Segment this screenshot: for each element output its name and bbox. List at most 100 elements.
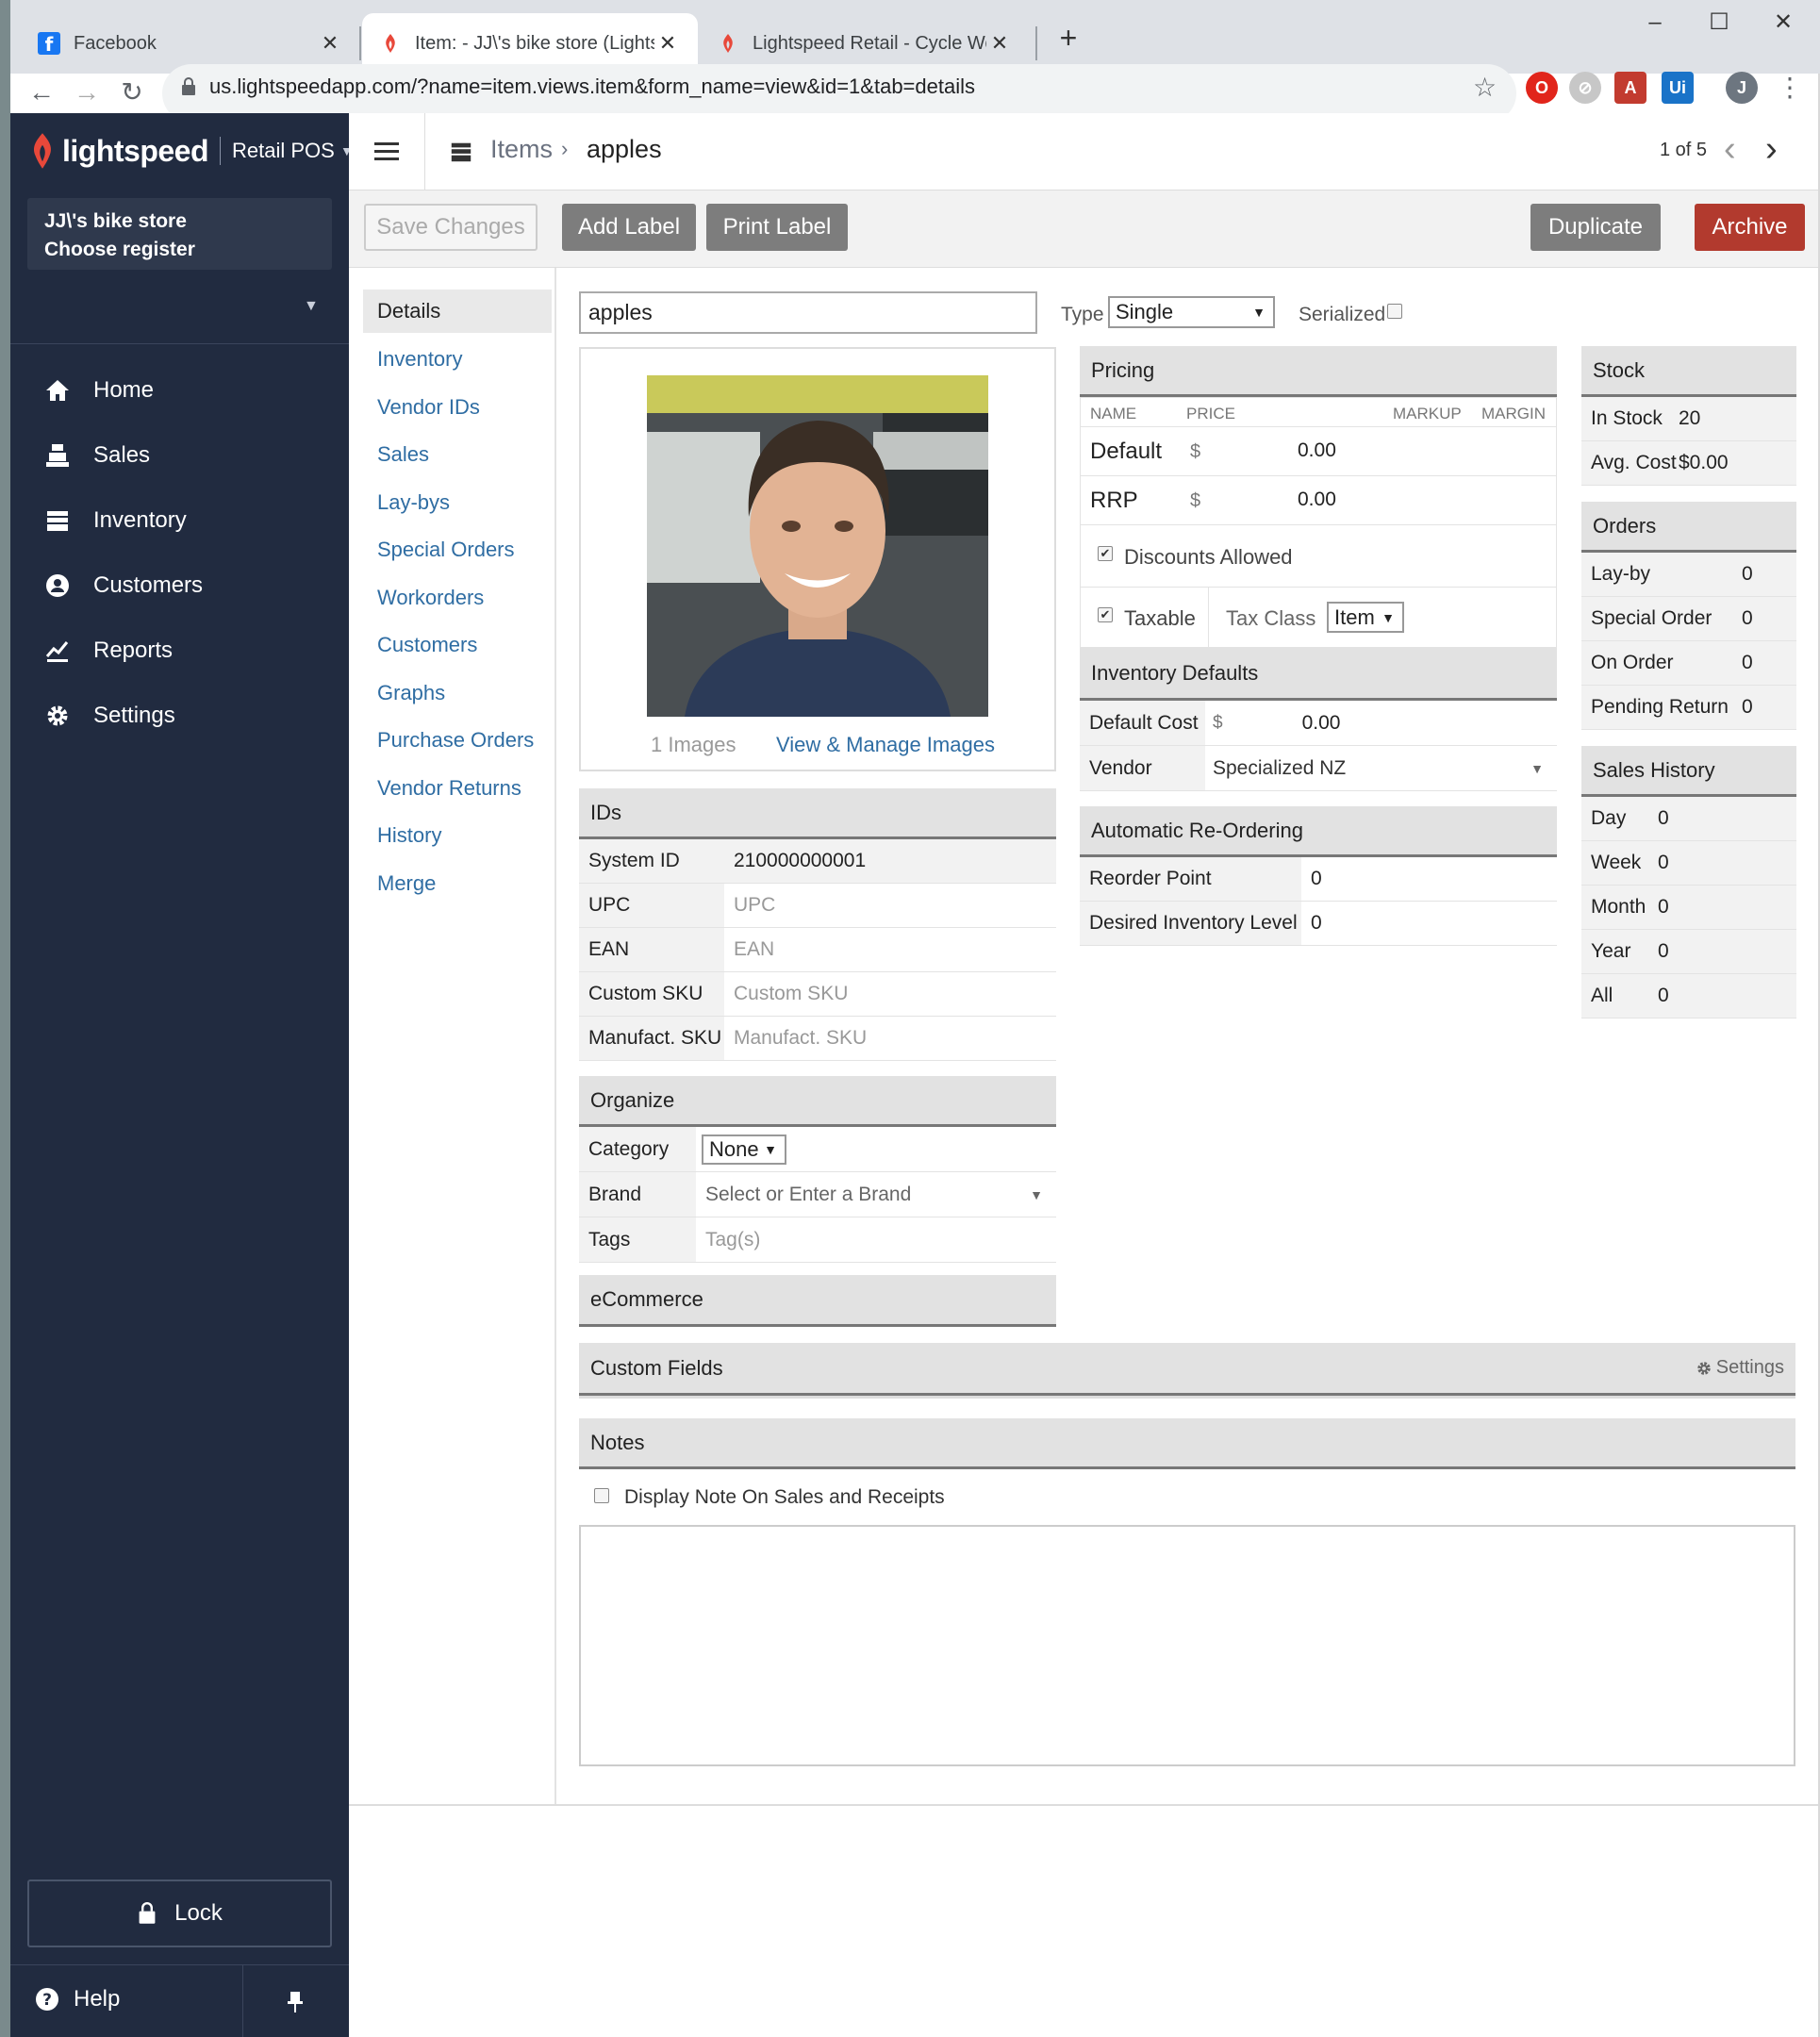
gear-icon xyxy=(47,705,68,726)
field-value: 0 xyxy=(1658,852,1669,873)
orders-row: Special Order 0 xyxy=(1581,597,1796,641)
close-icon[interactable]: ✕ xyxy=(317,31,343,56)
breadcrumb-items-link[interactable]: Items xyxy=(490,135,553,164)
new-tab-button[interactable]: + xyxy=(1054,19,1083,57)
sales-history-row: Day 0 xyxy=(1581,797,1796,841)
extension-icon[interactable]: ⊘ xyxy=(1569,72,1601,104)
column-header: MARKUP xyxy=(1393,405,1462,422)
custom-sku-input[interactable]: Custom SKU xyxy=(724,983,848,1005)
tab-customers[interactable]: Customers xyxy=(363,623,552,667)
minimize-button[interactable]: – xyxy=(1624,0,1686,45)
help-button[interactable]: ? Help xyxy=(34,1986,120,2012)
tab-graphs[interactable]: Graphs xyxy=(363,671,552,715)
close-icon[interactable]: ✕ xyxy=(654,31,681,56)
back-arrow-icon[interactable]: ← xyxy=(21,72,62,113)
tags-input[interactable]: Tag(s) xyxy=(696,1229,760,1251)
hamburger-menu-icon[interactable] xyxy=(374,141,399,162)
upc-input[interactable]: UPC xyxy=(724,894,775,917)
previous-record-chevron-icon[interactable]: ‹ xyxy=(1724,130,1736,168)
tab-vendor-ids[interactable]: Vendor IDs xyxy=(363,386,552,429)
rrp-price-input[interactable]: 0.00 xyxy=(1298,489,1336,511)
register-icon xyxy=(46,444,69,467)
ecommerce-section-header[interactable]: eCommerce xyxy=(579,1275,1056,1327)
browser-menu-icon[interactable]: ⋮ xyxy=(1777,72,1803,103)
sidebar-item-sales[interactable]: Sales xyxy=(10,423,349,488)
close-icon[interactable]: ✕ xyxy=(986,31,1013,56)
next-record-chevron-icon[interactable]: › xyxy=(1765,130,1778,168)
print-label-button[interactable]: Print Label xyxy=(706,204,848,251)
reordering-header: Automatic Re-Ordering xyxy=(1080,806,1557,857)
field-label: Custom SKU xyxy=(579,972,724,1016)
brand-logo[interactable]: lightspeed Retail POS ▼ xyxy=(28,132,354,170)
manufact-sku-input[interactable]: Manufact. SKU xyxy=(724,1027,867,1050)
tab-lay-bys[interactable]: Lay-bys xyxy=(363,481,552,524)
tax-class-select[interactable]: Item ▼ xyxy=(1327,602,1404,633)
reorder-point-input[interactable]: 0 xyxy=(1301,868,1322,890)
sidebar-item-customers[interactable]: Customers xyxy=(10,554,349,618)
sidebar-item-reports[interactable]: Reports xyxy=(10,619,349,683)
tab-special-orders[interactable]: Special Orders xyxy=(363,528,552,571)
lock-button[interactable]: Lock xyxy=(27,1880,332,1947)
divider xyxy=(10,343,349,344)
tab-history[interactable]: History xyxy=(363,814,552,857)
display-note-checkbox[interactable] xyxy=(594,1488,609,1503)
profile-avatar[interactable]: J xyxy=(1726,72,1758,104)
stock-header: Stock xyxy=(1581,346,1796,397)
breadcrumb-current: apples xyxy=(587,135,662,163)
adblock-extension-icon[interactable]: O xyxy=(1526,72,1558,104)
ean-input[interactable]: EAN xyxy=(724,938,774,961)
tab-inventory[interactable]: Inventory xyxy=(363,338,552,381)
notes-textarea[interactable] xyxy=(579,1525,1795,1766)
price-row-default: Default $ 0.00 xyxy=(1080,427,1557,476)
add-label-button[interactable]: Add Label xyxy=(562,204,696,251)
field-value: 0 xyxy=(1658,940,1669,962)
tab-vendor-returns[interactable]: Vendor Returns xyxy=(363,767,552,810)
sidebar-item-settings[interactable]: Settings xyxy=(10,684,349,748)
brand-combobox[interactable]: Select or Enter a Brand xyxy=(696,1184,911,1206)
item-name-input[interactable] xyxy=(579,291,1037,334)
save-changes-button[interactable]: Save Changes xyxy=(364,204,538,251)
custom-fields-settings-link[interactable]: Settings xyxy=(1696,1357,1784,1379)
field-label: Avg. Cost xyxy=(1591,452,1677,473)
duplicate-button[interactable]: Duplicate xyxy=(1530,204,1661,251)
category-select[interactable]: None ▼ xyxy=(702,1134,786,1165)
sidebar-item-inventory[interactable]: Inventory xyxy=(10,489,349,553)
manage-images-link[interactable]: View & Manage Images xyxy=(776,733,995,757)
chevron-down-icon[interactable]: ▼ xyxy=(1530,761,1544,776)
reload-icon[interactable]: ↻ xyxy=(111,72,153,113)
archive-button[interactable]: Archive xyxy=(1695,204,1805,251)
taxable-checkbox[interactable]: ✔ xyxy=(1098,607,1113,622)
discounts-allowed-checkbox[interactable]: ✔ xyxy=(1098,546,1113,561)
vendor-combobox[interactable]: Specialized NZ xyxy=(1205,757,1346,780)
tab-merge[interactable]: Merge xyxy=(363,862,552,905)
type-select[interactable]: Single ▼ xyxy=(1108,296,1275,328)
maximize-button[interactable]: ☐ xyxy=(1688,0,1750,45)
svg-text:?: ? xyxy=(42,1991,52,2010)
serialized-checkbox[interactable] xyxy=(1387,304,1402,319)
sidebar-item-label: Reports xyxy=(93,638,174,663)
desired-level-input[interactable]: 0 xyxy=(1301,912,1322,935)
tab-purchase-orders[interactable]: Purchase Orders xyxy=(363,719,552,762)
store-register-selector[interactable]: JJ\'s bike store Choose register xyxy=(27,198,332,270)
field-label: EAN xyxy=(579,928,724,971)
lightspeed-flame-icon xyxy=(386,34,395,53)
tab-details[interactable]: Details xyxy=(363,290,552,333)
pdf-extension-icon[interactable]: A xyxy=(1614,72,1646,104)
item-photo[interactable] xyxy=(647,375,988,717)
ui-extension-icon[interactable]: Ui xyxy=(1662,72,1694,104)
window-close-button[interactable]: ✕ xyxy=(1752,0,1814,45)
pin-icon[interactable] xyxy=(285,1990,306,2014)
tab-workorders[interactable]: Workorders xyxy=(363,576,552,620)
tab-sales[interactable]: Sales xyxy=(363,433,552,476)
default-price-input[interactable]: 0.00 xyxy=(1298,439,1336,462)
sidebar-item-home[interactable]: Home xyxy=(10,358,349,422)
forward-arrow-icon[interactable]: → xyxy=(66,72,108,113)
field-label: Reorder Point xyxy=(1080,857,1301,901)
home-icon xyxy=(46,380,69,401)
star-icon[interactable]: ☆ xyxy=(1473,72,1497,103)
chevron-down-icon[interactable]: ▼ xyxy=(1030,1187,1043,1202)
display-note-label: Display Note On Sales and Receipts xyxy=(624,1486,945,1508)
field-label: UPC xyxy=(579,884,724,927)
chevron-down-icon[interactable]: ▼ xyxy=(304,298,319,315)
default-cost-input[interactable]: 0.00 xyxy=(1223,712,1341,735)
